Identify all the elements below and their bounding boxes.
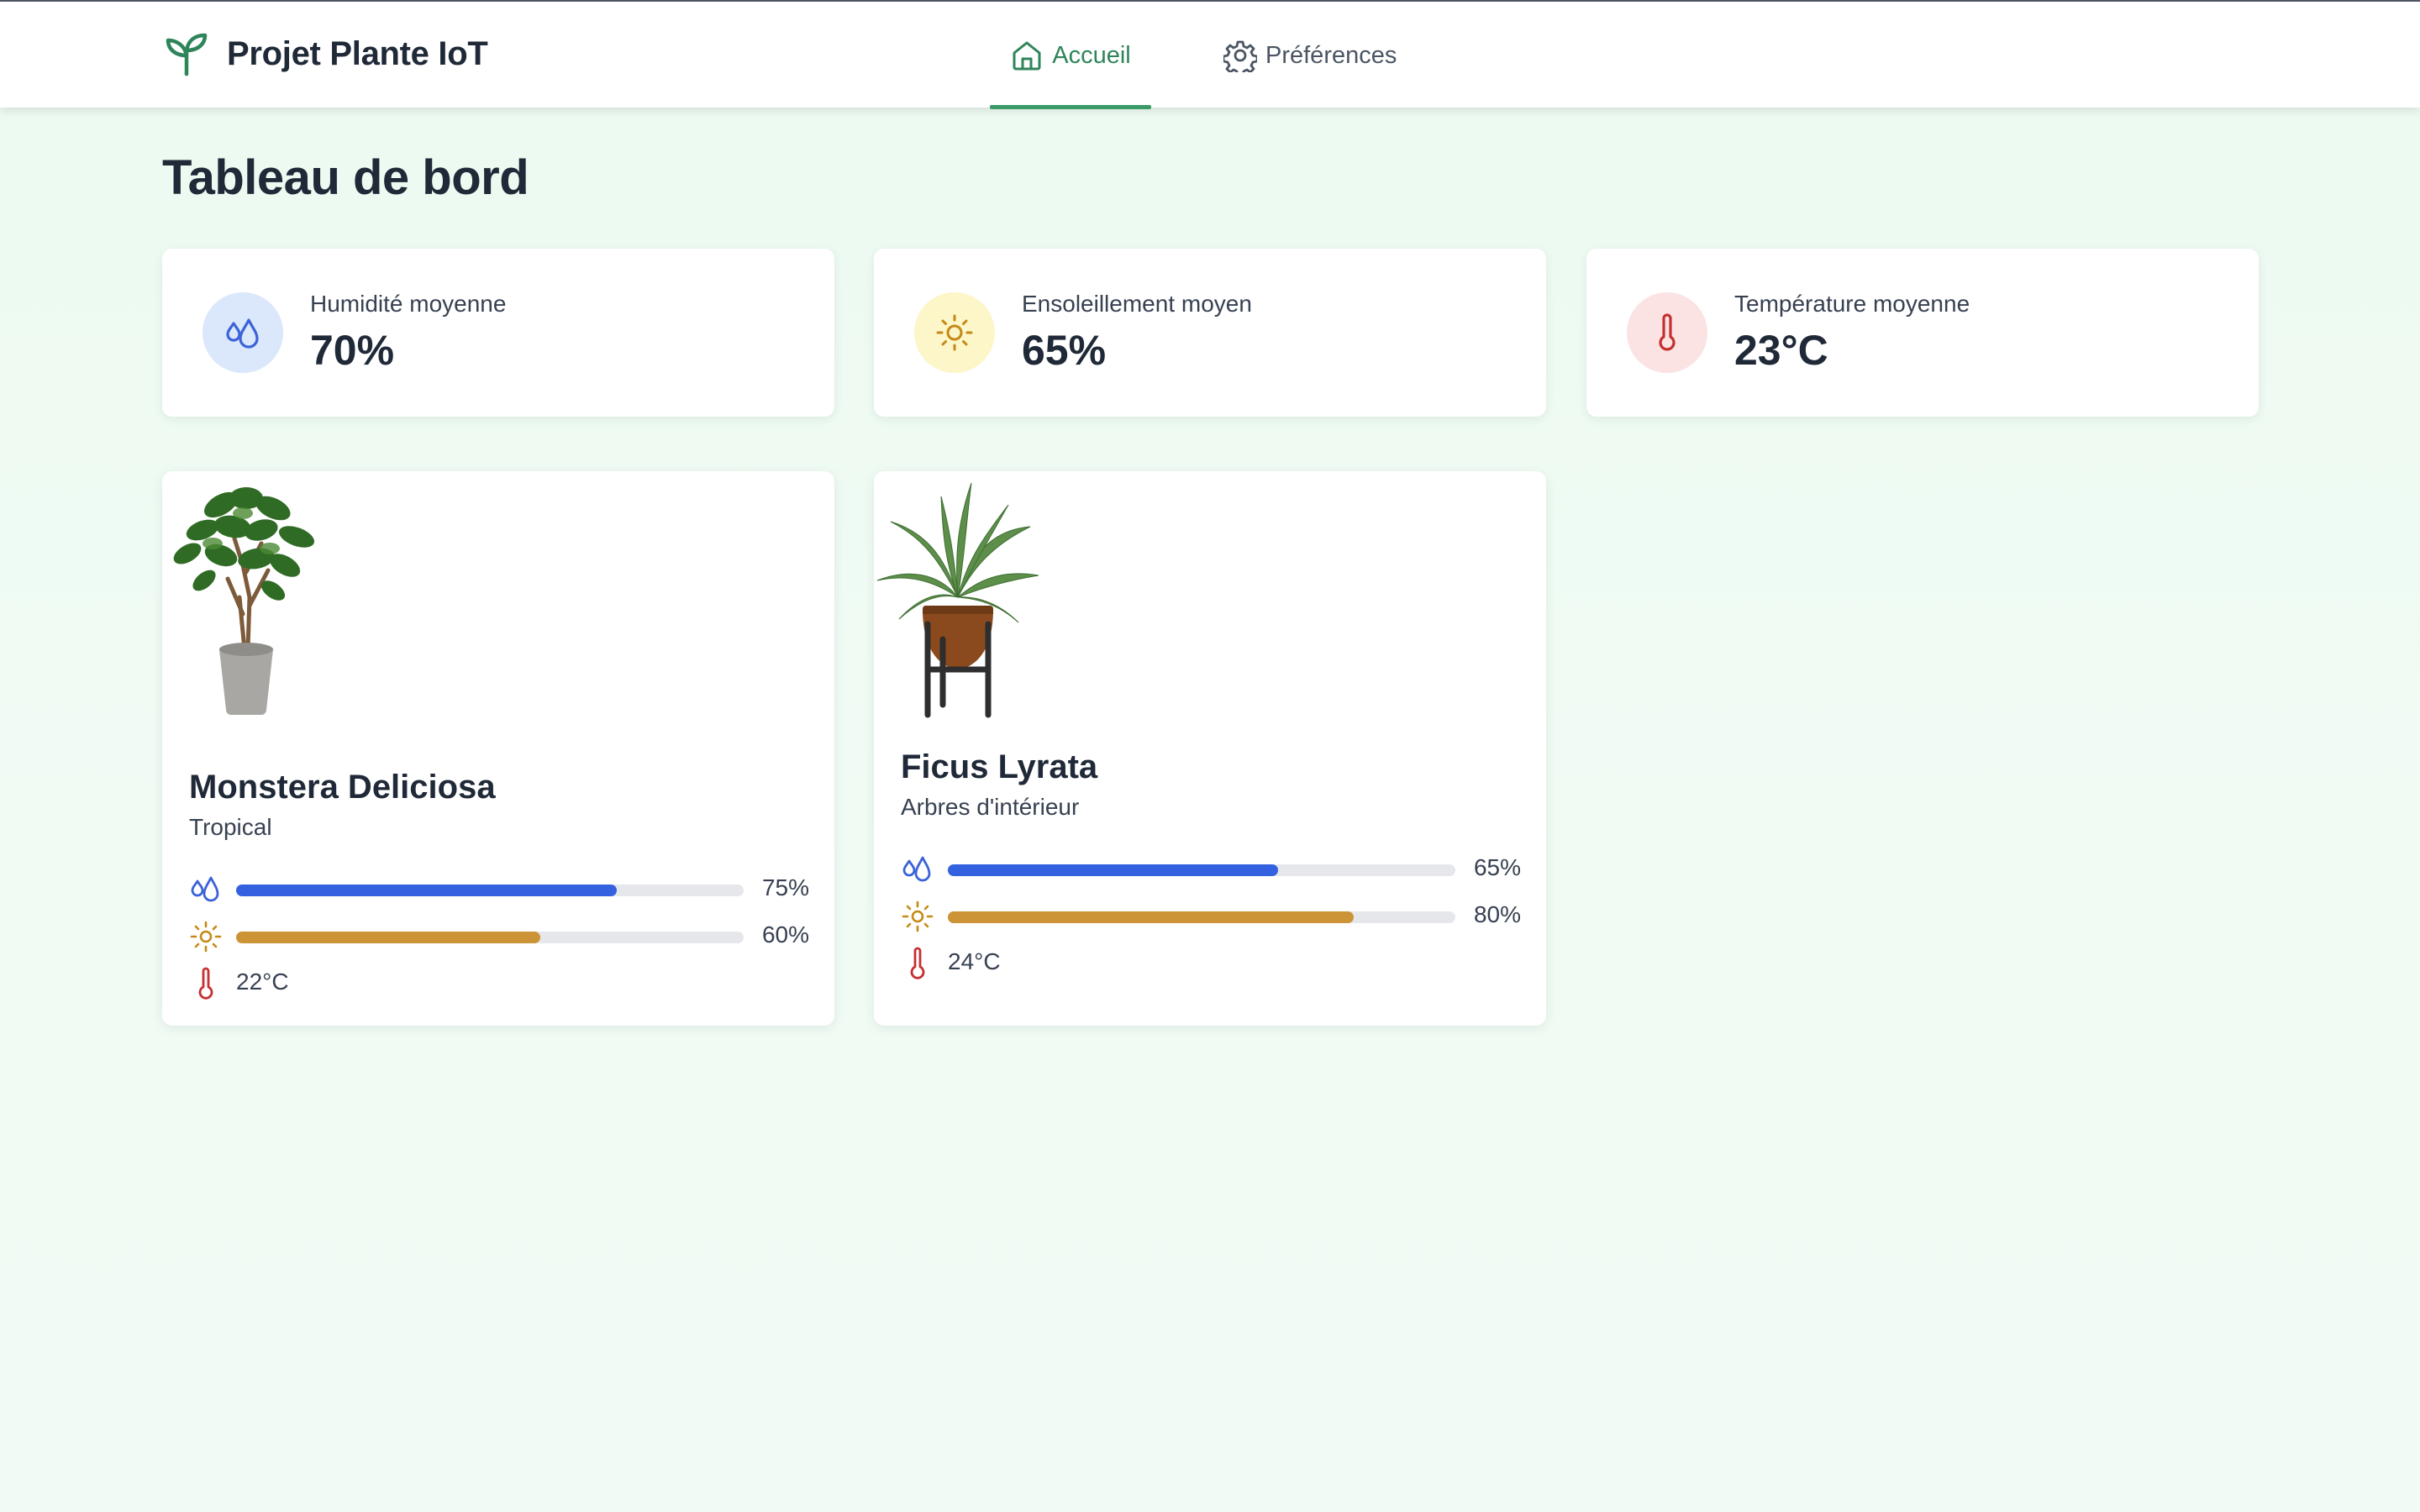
stat-value: 23°C	[1734, 327, 1828, 374]
stat-label: Température moyenne	[1734, 291, 1970, 317]
stat-card-sunlight: Ensoleillement moyen 65%	[874, 249, 1546, 417]
water-drops-icon	[226, 318, 259, 349]
stat-value: 70%	[310, 327, 395, 374]
plant-card[interactable]: Monstera Deliciosa Tropical 75% 60% 22°C	[162, 471, 834, 1026]
stat-label: Humidité moyenne	[310, 291, 507, 317]
sun-icon	[190, 921, 222, 953]
humidity-value: 75%	[761, 874, 809, 900]
plant-name: Ficus Lyrata	[901, 748, 1098, 785]
plant-category: Tropical	[189, 814, 272, 840]
sun-icon	[936, 314, 973, 351]
stat-icon-circle	[1627, 292, 1707, 373]
plant-category: Arbres d'intérieur	[901, 794, 1080, 820]
water-drops-icon	[191, 876, 219, 902]
nav-item-label: Accueil	[1052, 41, 1131, 69]
stat-icon-circle	[203, 292, 283, 373]
temperature-metric: 22°C	[189, 967, 809, 1000]
top-navbar: Projet Plante IoT Accueil Préférences	[0, 0, 2420, 109]
stat-value: 65%	[1022, 327, 1107, 374]
sprout-icon	[166, 33, 208, 76]
gear-icon	[1223, 40, 1257, 72]
sunlight-progress-fill	[948, 911, 1355, 923]
sunlight-progress-bar	[236, 932, 744, 943]
brand[interactable]: Projet Plante IoT	[165, 30, 488, 77]
thermometer-icon	[910, 947, 925, 979]
stat-label: Ensoleillement moyen	[1022, 291, 1252, 317]
plant-card[interactable]: Ficus Lyrata Arbres d'intérieur 65% 80%	[874, 471, 1546, 1026]
humidity-progress-bar	[948, 864, 1455, 876]
stat-card-humidity: Humidité moyenne 70%	[162, 249, 834, 417]
stat-icon-circle	[914, 292, 995, 373]
humidity-value: 65%	[1473, 854, 1521, 880]
sun-icon	[902, 900, 934, 932]
humidity-metric: 65%	[901, 853, 1521, 886]
water-drops-icon	[902, 856, 931, 882]
plant-image	[876, 482, 1039, 718]
temperature-metric: 24°C	[901, 947, 1521, 980]
humidity-progress-bar	[236, 885, 744, 896]
humidity-progress-fill	[948, 864, 1278, 876]
temperature-value: 24°C	[948, 948, 1001, 974]
plant-image	[173, 487, 315, 715]
thermometer-icon	[198, 967, 213, 1000]
sunlight-progress-bar	[948, 911, 1455, 923]
sunlight-value: 80%	[1473, 901, 1521, 927]
humidity-metric: 75%	[189, 873, 809, 906]
nav-item-label: Préférences	[1265, 41, 1397, 69]
humidity-progress-fill	[236, 885, 617, 896]
sunlight-metric: 60%	[189, 920, 809, 953]
sunlight-progress-fill	[236, 932, 541, 943]
home-icon	[1013, 41, 1041, 71]
nav-item-preferences[interactable]: Préférences	[1223, 2, 1417, 109]
stat-card-temperature: Température moyenne 23°C	[1586, 249, 2259, 417]
plant-name: Monstera Deliciosa	[189, 769, 496, 806]
temperature-value: 22°C	[236, 969, 289, 995]
nav-item-accueil[interactable]: Accueil	[990, 2, 1151, 109]
page-title: Tableau de bord	[162, 150, 529, 205]
thermometer-icon	[1659, 313, 1676, 351]
sunlight-metric: 80%	[901, 900, 1521, 933]
sunlight-value: 60%	[761, 921, 809, 948]
app-title: Projet Plante IoT	[227, 34, 488, 72]
